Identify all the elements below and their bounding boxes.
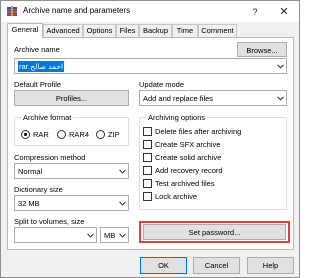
create-sfx-checkbox[interactable]: [143, 140, 152, 149]
cancel-button[interactable]: Cancel: [193, 257, 240, 274]
zip-radio[interactable]: [96, 130, 105, 139]
set-password-button[interactable]: Set password...: [143, 224, 286, 240]
archiving-options-label: Archiving options: [146, 113, 208, 122]
archive-dialog: Archive name and parameters ? ✕ General …: [0, 0, 300, 278]
dictionary-size-select[interactable]: 32 MB: [14, 195, 129, 211]
lock-archive-checkbox[interactable]: [143, 192, 152, 201]
test-files-checkbox[interactable]: [143, 179, 152, 188]
winrar-app-icon: [6, 5, 18, 17]
chevron-down-icon[interactable]: [116, 164, 128, 178]
chevron-down-icon[interactable]: [84, 228, 96, 242]
solid-archive-checkbox[interactable]: [143, 153, 152, 162]
update-mode-select[interactable]: Add and replace files: [139, 90, 287, 106]
split-unit-value: MB: [104, 231, 116, 240]
profiles-button[interactable]: Profiles...: [14, 90, 129, 106]
compression-method-label: Compression method: [14, 153, 86, 162]
browse-button[interactable]: Browse...: [237, 42, 287, 57]
dictionary-size-label: Dictionary size: [14, 185, 63, 194]
solid-archive-label[interactable]: Create solid archive: [155, 153, 221, 162]
title-bar: Archive name and parameters ? ✕: [1, 1, 299, 22]
archive-name-label: Archive name: [14, 45, 60, 54]
test-files-label[interactable]: Test archived files: [155, 179, 215, 188]
compression-method-value: Normal: [18, 167, 43, 176]
general-tab-page: Archive name Browse... احمد صالح.rar Def…: [7, 37, 294, 250]
rar-radio[interactable]: [21, 130, 30, 139]
tab-time[interactable]: Time: [172, 24, 198, 37]
split-volumes-input[interactable]: [14, 227, 97, 243]
lock-archive-label[interactable]: Lock archive: [155, 192, 197, 201]
split-volumes-label: Split to volumes, size: [14, 217, 85, 226]
archive-name-combo[interactable]: احمد صالح.rar: [14, 58, 287, 74]
default-profile-label: Default Profile: [14, 80, 62, 89]
tab-comment[interactable]: Comment: [198, 24, 237, 37]
help-button[interactable]: Help: [247, 257, 294, 274]
archive-format-group: Archive format RAR RAR4 ZIP: [14, 113, 129, 146]
split-unit-select[interactable]: MB: [100, 227, 129, 243]
archive-format-label: Archive format: [21, 113, 74, 122]
update-mode-value: Add and replace files: [143, 94, 214, 103]
tab-files[interactable]: Files: [116, 24, 139, 37]
chevron-down-icon[interactable]: [274, 59, 286, 73]
update-mode-label: Update mode: [139, 80, 185, 89]
dictionary-size-value: 32 MB: [18, 199, 40, 208]
compression-method-select[interactable]: Normal: [14, 163, 129, 179]
chevron-down-icon[interactable]: [116, 196, 128, 210]
ok-button[interactable]: OK: [140, 257, 187, 274]
archiving-options-group: Archiving options Delete files after arc…: [139, 113, 287, 210]
chevron-down-icon[interactable]: [274, 91, 286, 105]
create-sfx-label[interactable]: Create SFX archive: [155, 140, 220, 149]
archive-name-input[interactable]: احمد صالح.rar: [18, 61, 65, 72]
zip-radio-label[interactable]: ZIP: [108, 130, 120, 139]
window-title: Archive name and parameters: [23, 6, 131, 15]
rar4-radio[interactable]: [57, 130, 66, 139]
delete-files-checkbox[interactable]: [143, 127, 152, 136]
rar4-radio-label[interactable]: RAR4: [69, 130, 89, 139]
tab-options[interactable]: Options: [83, 24, 116, 37]
help-title-button[interactable]: ?: [241, 1, 269, 22]
rar-radio-label[interactable]: RAR: [33, 130, 49, 139]
tab-advanced[interactable]: Advanced: [43, 24, 83, 37]
tab-backup[interactable]: Backup: [139, 24, 172, 37]
delete-files-label[interactable]: Delete files after archiving: [155, 127, 241, 136]
recovery-record-checkbox[interactable]: [143, 166, 152, 175]
close-button[interactable]: ✕: [270, 1, 298, 22]
chevron-down-icon[interactable]: [116, 228, 128, 242]
recovery-record-label[interactable]: Add recovery record: [155, 166, 223, 175]
tab-general[interactable]: General: [7, 23, 43, 38]
